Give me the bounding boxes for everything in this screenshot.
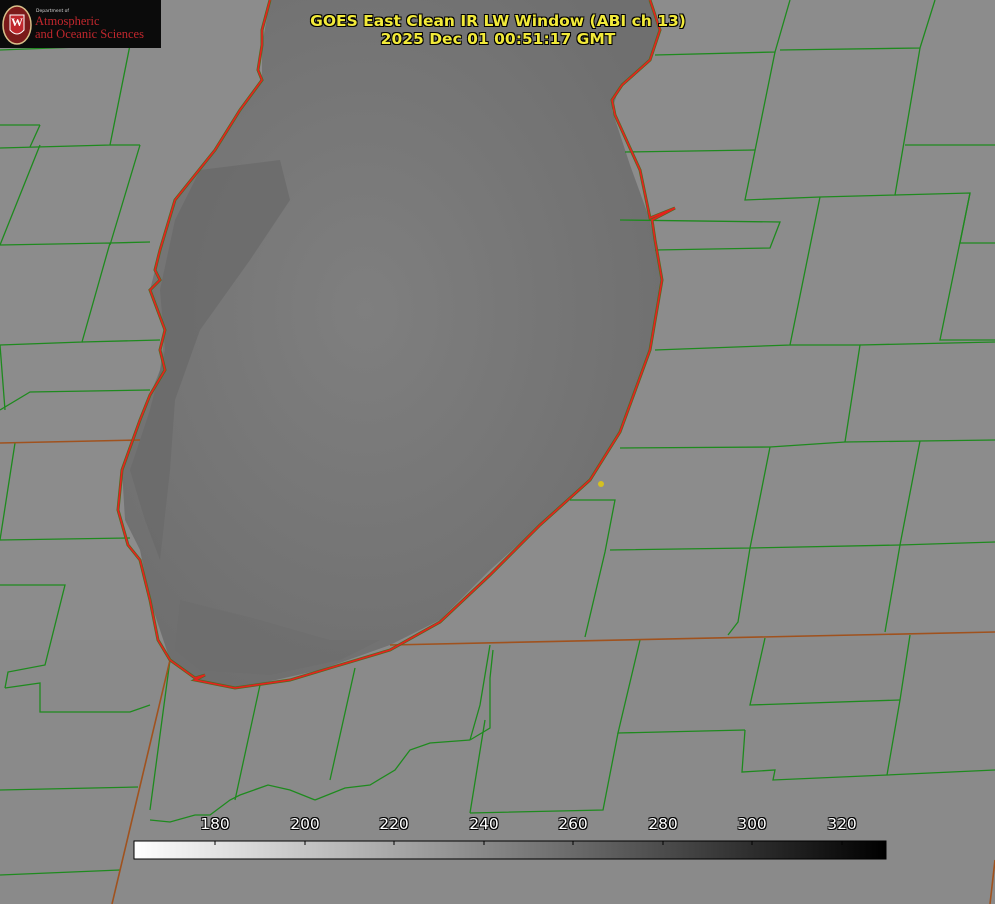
uw-crest-letter: W <box>11 15 23 29</box>
colorbar-tick-label: 320 <box>827 815 857 833</box>
colorbar-tick-label: 300 <box>737 815 767 833</box>
ir-land-band-lower <box>0 640 995 904</box>
colorbar-tick-label: 280 <box>648 815 678 833</box>
colorbar-tick-label: 260 <box>558 815 588 833</box>
satellite-image-viewer: W Department of Atmospheric and Oceanic … <box>0 0 995 904</box>
logo-line-2: and Oceanic Sciences <box>35 27 144 41</box>
colorbar-tick-label: 220 <box>379 815 409 833</box>
uw-aos-logo: W Department of Atmospheric and Oceanic … <box>0 0 161 48</box>
image-timestamp: 2025 Dec 01 00:51:17 GMT <box>380 30 616 48</box>
colorbar-gradient <box>133 840 887 860</box>
colorbar-tick-label: 200 <box>290 815 320 833</box>
station-marker <box>598 481 604 487</box>
satellite-map <box>0 0 995 904</box>
colorbar-tick-label: 180 <box>200 815 230 833</box>
image-title: GOES East Clean IR LW Window (ABI ch 13) <box>310 12 686 30</box>
colorbar-tick-label: 240 <box>469 815 499 833</box>
